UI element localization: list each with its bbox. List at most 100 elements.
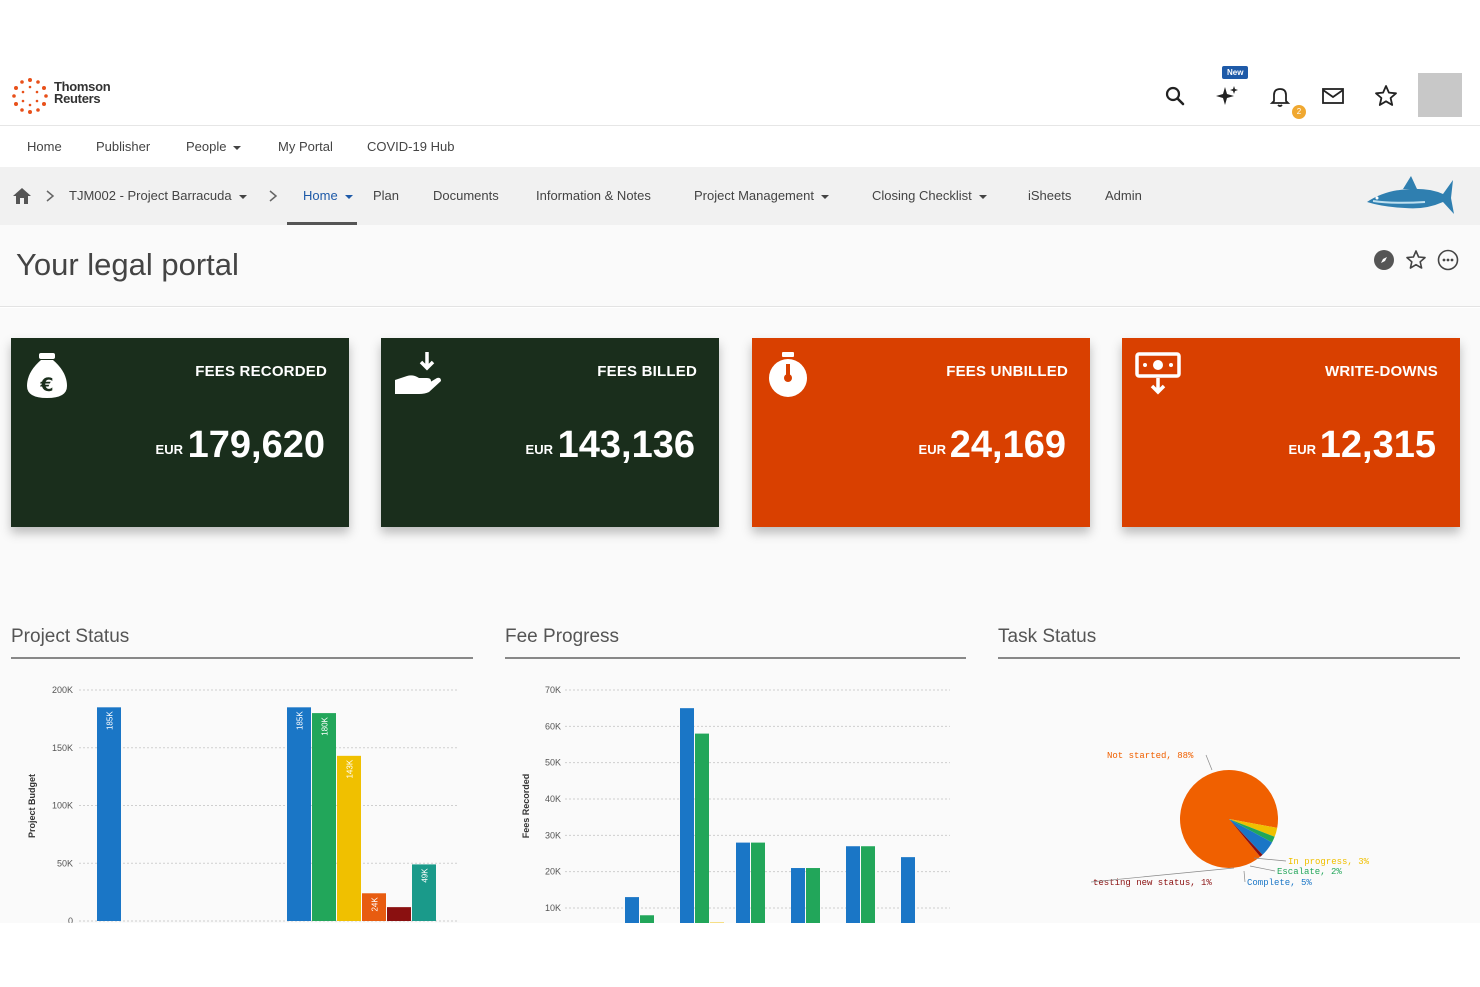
y-axis-label: Project Budget [27, 774, 37, 838]
subnav-home[interactable]: Home [303, 188, 353, 203]
bar [640, 915, 654, 923]
subnav-isheets[interactable]: iSheets [1028, 188, 1071, 203]
thomson-reuters-logo[interactable]: Thomson Reuters [10, 76, 135, 116]
notification-count-badge: 2 [1292, 105, 1306, 119]
logo-text: Thomson Reuters [54, 80, 111, 106]
bar [287, 707, 311, 921]
hand-receive-icon [395, 352, 441, 394]
y-tick-label: 10K [545, 903, 561, 913]
home-icon[interactable] [12, 187, 32, 205]
bell-icon[interactable] [1268, 84, 1292, 108]
search-icon[interactable] [1163, 84, 1187, 108]
subnav-documents[interactable]: Documents [433, 188, 499, 203]
data-label: 49K [421, 868, 430, 883]
y-tick-label: 20K [545, 867, 561, 877]
project-selector[interactable]: TJM002 - Project Barracuda [69, 188, 247, 203]
subnav-project-management[interactable]: Project Management [694, 188, 829, 203]
data-label: 185K [106, 711, 115, 730]
subnav-information-notes[interactable]: Information & Notes [536, 188, 651, 203]
pie-leader-line [1253, 857, 1287, 862]
subnav-admin[interactable]: Admin [1105, 188, 1142, 203]
bar [846, 846, 860, 923]
bar [901, 857, 915, 923]
data-label: 143K [346, 759, 355, 778]
card-currency: EUR [1288, 442, 1316, 457]
pie-label: Escalate, 2% [1277, 867, 1342, 877]
kpi-card-write-downs[interactable]: WRITE-DOWNS EUR 12,315 [1122, 338, 1460, 527]
kpi-card-fees-recorded[interactable]: € FEES RECORDED EUR 179,620 [11, 338, 349, 527]
y-tick-label: 30K [545, 830, 561, 840]
page-footer-area [0, 923, 1480, 987]
bar [806, 868, 820, 923]
card-value: 143,136 [557, 424, 695, 466]
more-options-icon[interactable] [1437, 249, 1459, 271]
chevron-down-icon [238, 194, 247, 199]
card-currency: EUR [918, 442, 946, 457]
subnav-home-label: Home [303, 188, 338, 203]
nav-people[interactable]: People [186, 139, 242, 154]
card-label: FEES UNBILLED [946, 363, 1068, 380]
pie-leader-line [1205, 754, 1213, 771]
bar [625, 897, 639, 923]
nav-my-portal[interactable]: My Portal [278, 139, 333, 154]
top-bar: Thomson Reuters [0, 66, 1480, 126]
compass-icon[interactable] [1373, 249, 1395, 271]
bar [337, 755, 361, 921]
y-tick-label: 50K [545, 758, 561, 768]
kpi-card-fees-billed[interactable]: FEES BILLED EUR 143,136 [381, 338, 719, 527]
logo-mark-icon [12, 78, 48, 114]
bar [861, 846, 875, 923]
y-tick-label: 40K [545, 794, 561, 804]
y-tick-label: 50K [57, 858, 73, 868]
pie-leader-line [1243, 870, 1246, 883]
sparkle-ai-icon[interactable] [1215, 84, 1239, 108]
card-currency: EUR [155, 442, 183, 457]
nav-covid-hub[interactable]: COVID-19 Hub [367, 139, 454, 154]
logo-line-2: Reuters [54, 91, 101, 106]
page-title: Your legal portal [16, 247, 239, 282]
nav-people-label: People [186, 139, 227, 154]
chevron-right-icon [269, 190, 278, 202]
bar [97, 707, 121, 921]
bar [791, 868, 805, 923]
section-title-task-status: Task Status [998, 626, 1097, 647]
bar [680, 708, 694, 923]
stopwatch-icon [769, 352, 807, 397]
section-title-project-status: Project Status [11, 626, 130, 647]
page-favorite-star-icon[interactable] [1405, 249, 1427, 271]
chevron-down-icon [820, 194, 829, 199]
task-status-pie-chart: Not started, 88% In progress, 3%Escalate,… [1090, 751, 1370, 888]
chevron-right-icon [46, 190, 55, 202]
card-label: WRITE-DOWNS [1324, 363, 1438, 380]
subnav-closing-checklist[interactable]: Closing Checklist [872, 188, 987, 203]
nav-home[interactable]: Home [27, 139, 62, 154]
y-tick-label: 60K [545, 721, 561, 731]
card-value: 12,315 [1319, 424, 1436, 466]
project-status-chart: 0 50K 100K 150K 200K Project Budget 185K 185K 18… [27, 685, 459, 923]
nav-publisher[interactable]: Publisher [96, 139, 150, 154]
section-divider [998, 657, 1460, 659]
favorite-star-icon[interactable] [1374, 84, 1398, 108]
card-label: FEES RECORDED [195, 363, 327, 380]
pie-label: Not started, 88% [1107, 751, 1194, 761]
chevron-down-icon [344, 194, 353, 199]
user-avatar[interactable] [1418, 73, 1462, 117]
svg-text:€: € [39, 374, 53, 396]
mail-icon[interactable] [1321, 84, 1345, 108]
new-badge: New [1222, 66, 1249, 79]
subnav-plan[interactable]: Plan [373, 188, 399, 203]
card-value: 179,620 [187, 424, 325, 466]
project-selector-label: TJM002 - Project Barracuda [69, 188, 232, 203]
pie-label: testing new status, 1% [1093, 878, 1212, 888]
pie-label: In progress, 3% [1288, 857, 1370, 867]
kpi-card-fees-unbilled[interactable]: FEES UNBILLED EUR 24,169 [752, 338, 1090, 527]
project-subnav: TJM002 - Project Barracuda Home Plan Doc… [0, 167, 1480, 225]
y-tick-label: 70K [545, 685, 561, 695]
section-title-fee-progress: Fee Progress [505, 626, 620, 647]
bar [695, 733, 709, 923]
fee-progress-chart: 10K 20K 30K 40K 50K 60K 70K Fees Recorded [521, 685, 950, 923]
data-label: 24K [371, 897, 380, 912]
bar [387, 907, 411, 921]
barracuda-fish-icon [1367, 176, 1454, 214]
main-nav: Home Publisher People My Portal COVID-19… [0, 127, 1480, 167]
